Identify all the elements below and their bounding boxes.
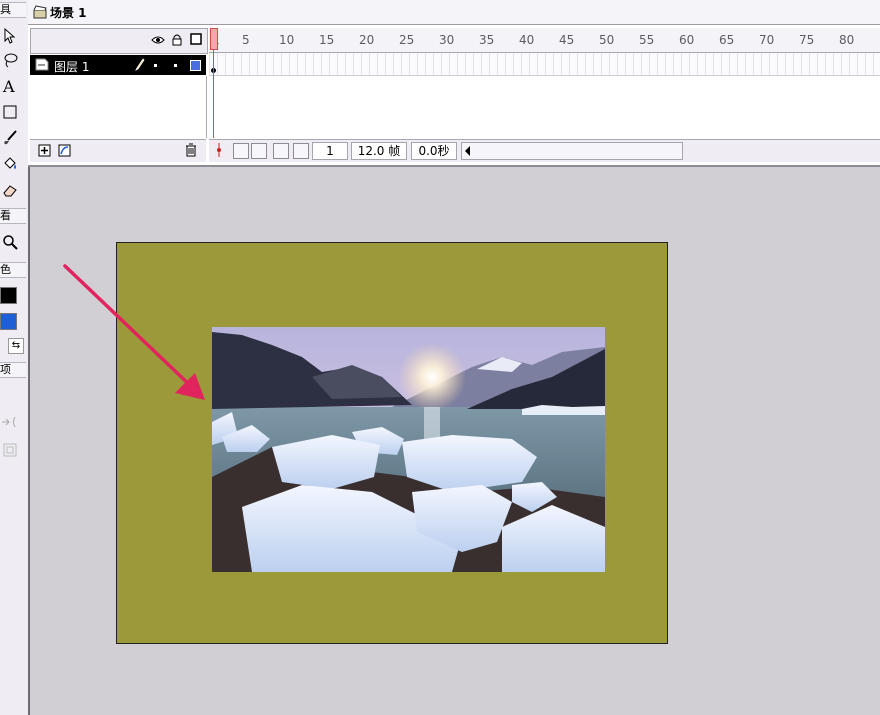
- onion-skin-outlines-icon[interactable]: [251, 143, 267, 159]
- outline-square-icon[interactable]: [190, 33, 202, 48]
- brush-icon[interactable]: [0, 128, 20, 148]
- rectangle-tool-icon[interactable]: [0, 102, 20, 122]
- modify-onion-markers-icon[interactable]: [293, 143, 309, 159]
- layer-name[interactable]: 图层 1: [54, 58, 89, 75]
- ruler-tick: 50: [599, 33, 615, 47]
- frame-ruler[interactable]: 1 5 10 15 20 25 30 35 40 45 50 55 60 65 …: [209, 28, 880, 53]
- ruler-tick: 65: [719, 33, 735, 47]
- frame-grid[interactable]: [209, 53, 880, 76]
- paint-bucket-icon[interactable]: [0, 154, 20, 174]
- zoom-icon[interactable]: [0, 232, 20, 252]
- svg-text:A: A: [2, 78, 15, 94]
- lasso-icon[interactable]: [0, 50, 20, 70]
- timeline-panel: 图层 1 1 5 10 15 20 25 30 35 40 45 50 55 6…: [28, 25, 880, 167]
- stroke-color-swatch[interactable]: [0, 287, 17, 304]
- timeline-status-bar: 1 12.0 帧 0.0秒: [209, 139, 880, 162]
- playhead[interactable]: [210, 28, 218, 138]
- tools-caption: 具: [0, 2, 26, 18]
- glacier-photo[interactable]: [212, 327, 605, 572]
- ruler-tick: 40: [519, 33, 535, 47]
- ruler-tick: 75: [799, 33, 815, 47]
- options-caption: 项: [0, 362, 26, 378]
- eraser-icon[interactable]: [0, 180, 20, 200]
- tools-panel: 具 A 看 色 ⇆ 项: [0, 0, 29, 715]
- center-frame-icon[interactable]: [214, 143, 224, 160]
- scroll-left-arrow-icon[interactable]: [465, 146, 470, 156]
- ruler-tick: 80: [839, 33, 855, 47]
- timeline-scrollbar[interactable]: [461, 142, 683, 160]
- trash-icon[interactable]: [185, 143, 197, 160]
- visibility-dot[interactable]: [154, 64, 157, 67]
- elapsed-time-field: 0.0秒: [411, 142, 457, 160]
- swap-colors-icon[interactable]: ⇆: [8, 338, 24, 354]
- layer-list-area: [30, 76, 207, 138]
- ruler-tick: 30: [439, 33, 455, 47]
- ruler-tick: 25: [399, 33, 415, 47]
- frame-rate-field[interactable]: 12.0 帧: [351, 142, 407, 160]
- outline-color-square[interactable]: [190, 60, 201, 71]
- text-tool-icon[interactable]: A: [0, 76, 20, 96]
- add-layer-icon[interactable]: [38, 144, 51, 160]
- ruler-tick: 70: [759, 33, 775, 47]
- ruler-tick: 20: [359, 33, 375, 47]
- edit-multiple-frames-icon[interactable]: [273, 143, 289, 159]
- eye-icon[interactable]: [151, 34, 165, 48]
- arrow-select-icon[interactable]: [0, 26, 20, 46]
- pencil-icon: [135, 58, 145, 74]
- add-motion-guide-icon[interactable]: [58, 144, 71, 160]
- color-caption: 色: [0, 262, 26, 278]
- layer-row[interactable]: 图层 1: [30, 55, 206, 75]
- ruler-tick: 35: [479, 33, 495, 47]
- lock-icon[interactable]: [172, 33, 182, 49]
- ruler-tick: 15: [319, 33, 335, 47]
- layer-page-icon: [35, 58, 49, 74]
- lock-dot[interactable]: [174, 64, 177, 67]
- layer-controls: [30, 139, 206, 162]
- ruler-tick: 55: [639, 33, 655, 47]
- onion-skin-icon[interactable]: [233, 143, 249, 159]
- fill-color-swatch[interactable]: [0, 313, 17, 330]
- smooth-option-icon[interactable]: [0, 440, 20, 460]
- current-frame-field: 1: [312, 142, 348, 160]
- clapper-icon[interactable]: [32, 4, 48, 23]
- snap-option-icon[interactable]: [0, 412, 20, 432]
- ruler-tick: 5: [242, 33, 250, 47]
- ruler-tick: 10: [279, 33, 295, 47]
- annotation-arrow: [55, 258, 215, 411]
- scene-label[interactable]: 场景 1: [50, 4, 87, 21]
- ruler-tick: 45: [559, 33, 575, 47]
- ruler-tick: 60: [679, 33, 695, 47]
- layer-header: [30, 28, 208, 54]
- scene-bar: 场景 1: [28, 0, 880, 25]
- view-caption: 看: [0, 208, 26, 224]
